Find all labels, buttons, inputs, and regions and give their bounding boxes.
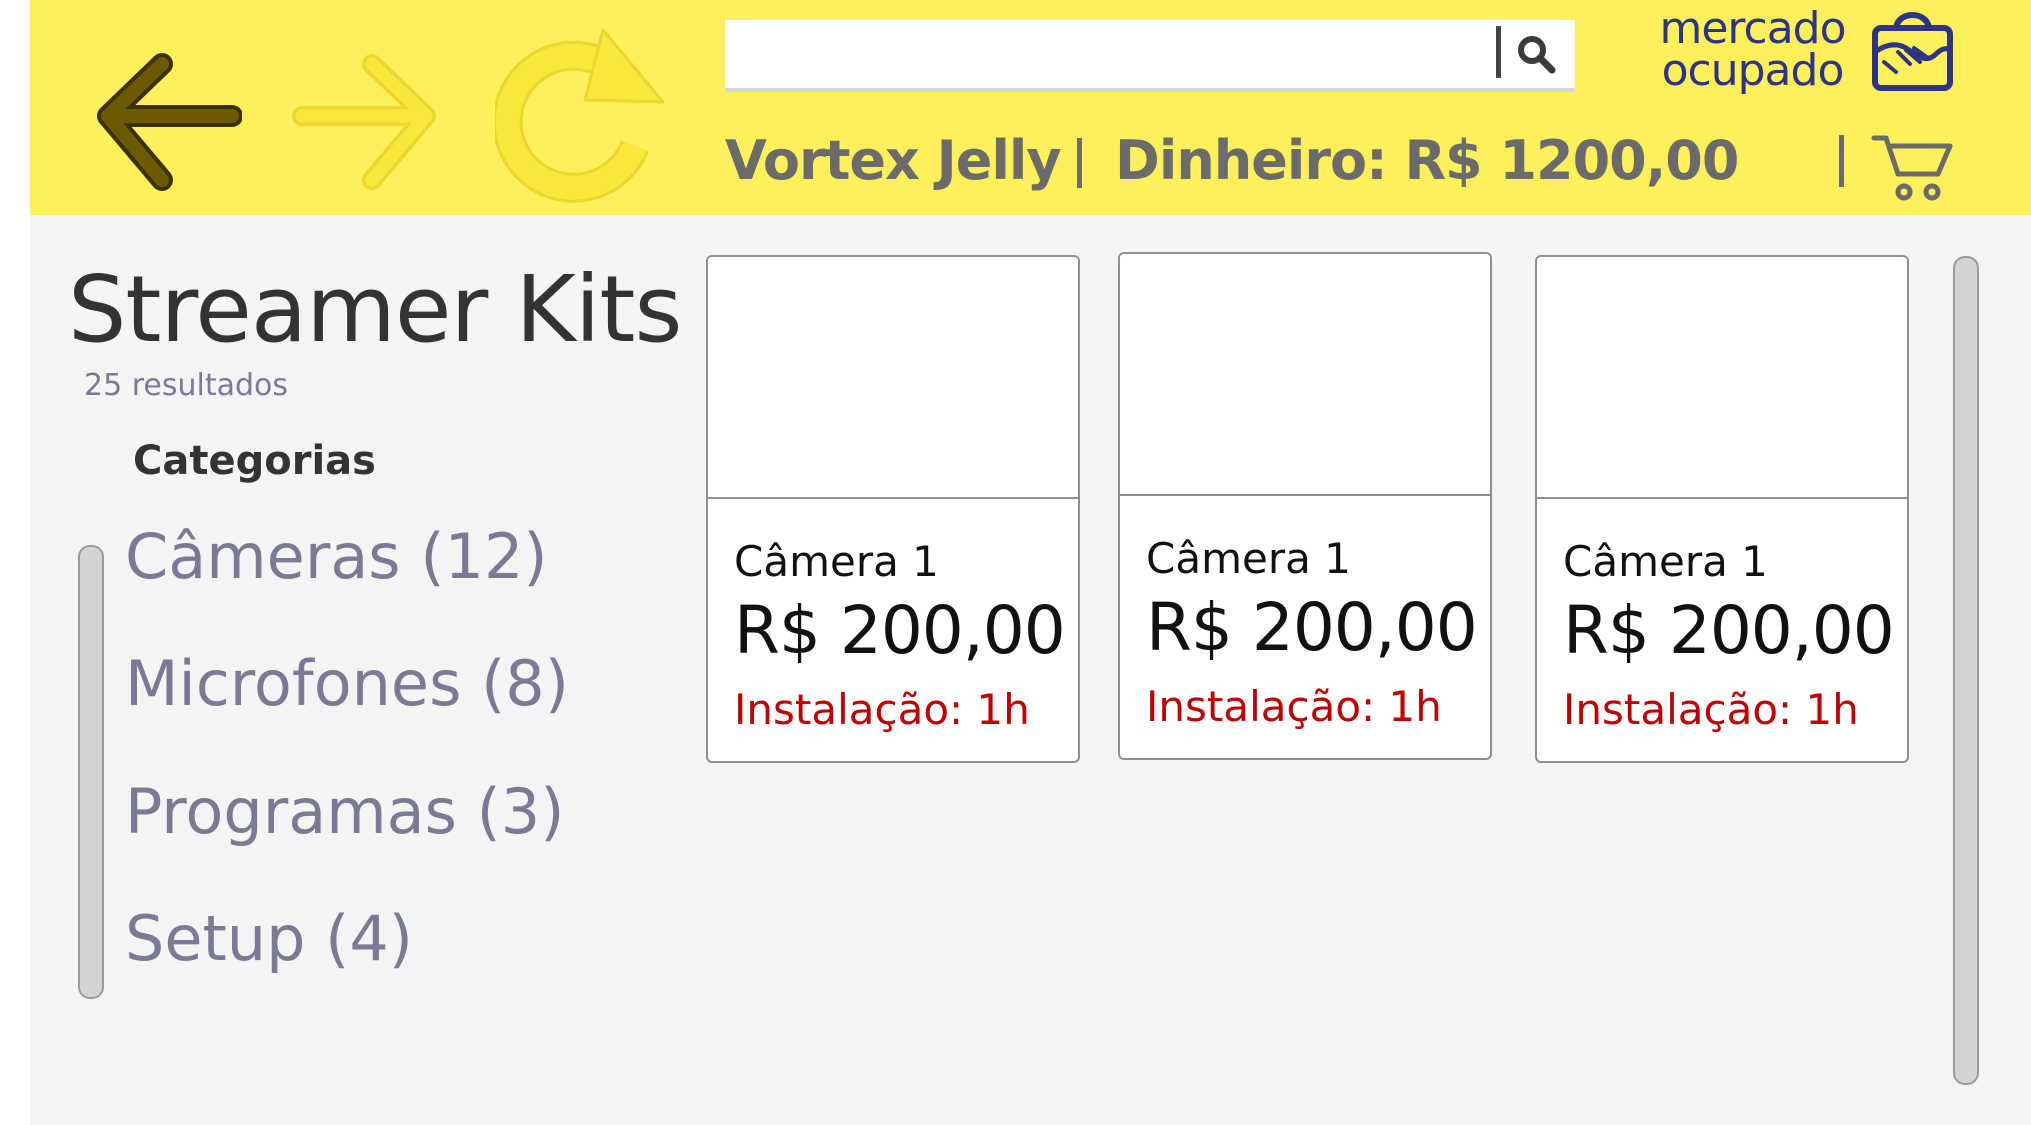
divider (1077, 138, 1082, 188)
search-divider (1496, 26, 1501, 78)
reload-button[interactable] (495, 28, 670, 208)
category-item-setup[interactable]: Setup (4) (125, 902, 413, 975)
money-balance: Dinheiro: R$ 1200,00 (1115, 129, 1739, 192)
shopping-bag-handshake-icon (1872, 12, 1953, 91)
arrow-right-icon (292, 54, 436, 190)
main-scrollbar[interactable] (1953, 256, 1979, 1085)
search-input[interactable] (725, 20, 1490, 88)
product-card[interactable]: Câmera 1 R$ 200,00 Instalação: 1h (1535, 255, 1909, 763)
search-button[interactable] (1510, 28, 1564, 82)
category-item-microphones[interactable]: Microfones (8) (125, 647, 569, 720)
categories-heading: Categorias (133, 438, 376, 484)
product-price: R$ 200,00 (734, 592, 1066, 669)
search-bar (725, 20, 1575, 88)
product-card[interactable]: Câmera 1 R$ 200,00 Instalação: 1h (1118, 252, 1492, 760)
product-image (1120, 254, 1490, 496)
forward-button[interactable] (292, 28, 442, 208)
product-name: Câmera 1 (1563, 537, 1768, 586)
product-install-time: Instalação: 1h (1563, 685, 1859, 734)
logo-line-1: mercado (1659, 3, 1846, 54)
logo-line-2: ocupado (1661, 45, 1845, 96)
product-image (708, 257, 1078, 499)
product-name: Câmera 1 (1146, 534, 1351, 583)
cart-button[interactable] (1870, 130, 1955, 202)
product-price: R$ 200,00 (1146, 589, 1478, 666)
product-name: Câmera 1 (734, 537, 939, 586)
category-item-programs[interactable]: Programas (3) (125, 775, 564, 848)
search-icon (1518, 36, 1556, 74)
arrow-left-icon (97, 53, 242, 191)
product-image (1537, 257, 1907, 499)
product-card[interactable]: Câmera 1 R$ 200,00 Instalação: 1h (706, 255, 1080, 763)
product-install-time: Instalação: 1h (734, 685, 1030, 734)
page-title: Streamer Kits (68, 256, 682, 363)
shopping-cart-icon (1871, 135, 1953, 201)
product-install-time: Instalação: 1h (1146, 682, 1442, 731)
back-button[interactable] (92, 28, 242, 208)
product-price: R$ 200,00 (1563, 592, 1895, 669)
logo-text: mercado ocupado (1650, 3, 1855, 96)
categories-scrollbar[interactable] (78, 545, 104, 999)
category-item-cameras[interactable]: Câmeras (12) (125, 520, 548, 593)
reload-icon (495, 28, 665, 203)
user-name: Vortex Jelly (725, 129, 1062, 192)
results-count: 25 resultados (84, 368, 288, 403)
logo[interactable]: mercado ocupado (1650, 6, 1960, 96)
divider (1839, 135, 1844, 187)
